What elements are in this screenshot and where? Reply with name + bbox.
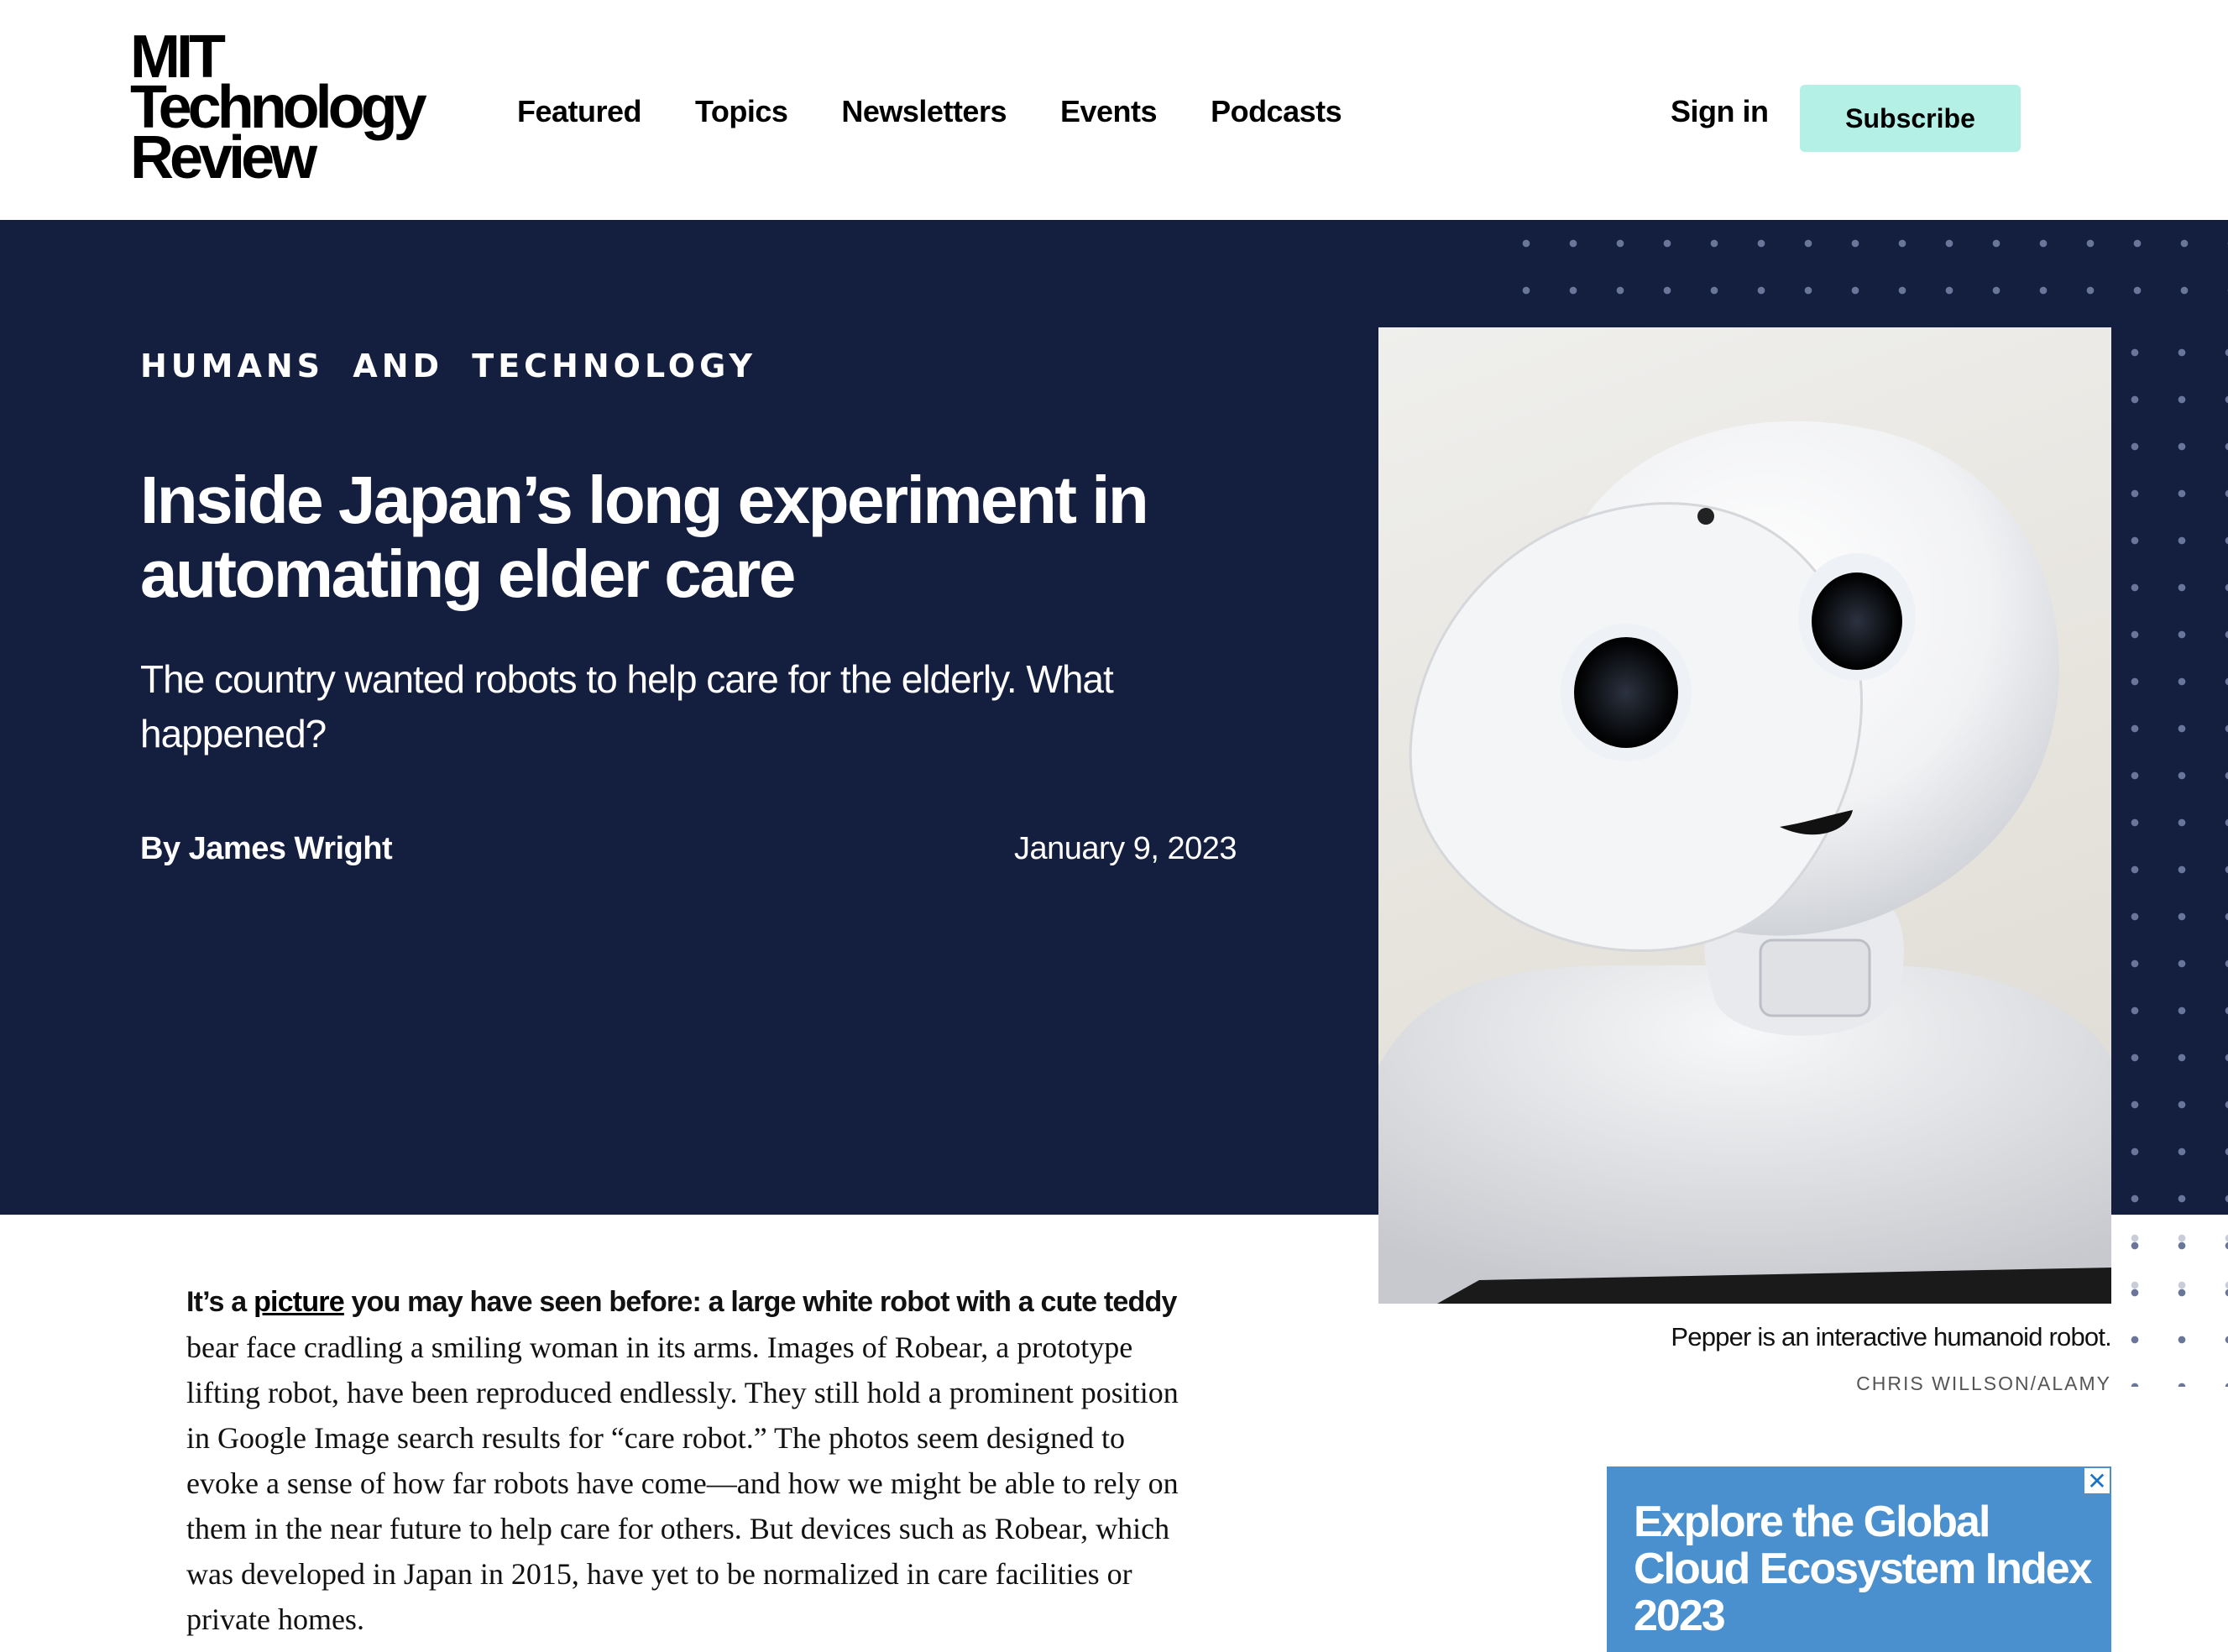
article-body: It’s a picture you may have seen before:… (186, 1278, 1194, 1642)
ad-headline[interactable]: Explore the Global Cloud Ecosystem Index… (1634, 1498, 2104, 1639)
nav-featured[interactable]: Featured (517, 94, 642, 129)
nav-events[interactable]: Events (1060, 94, 1158, 129)
lead-in-end: you may have seen before: a large white … (343, 1286, 1177, 1318)
subscribe-button[interactable]: Subscribe (1800, 85, 2021, 152)
close-icon[interactable]: ✕ (2083, 1466, 2111, 1495)
image-credit: CHRIS WILLSON/ALAMY (1856, 1372, 2111, 1394)
lead-in: It’s a picture you may have seen before:… (186, 1286, 1177, 1318)
byline-prefix: By (140, 831, 189, 866)
byline: By James Wright (140, 831, 393, 867)
topic-label[interactable]: HUMANS AND TECHNOLOGY (140, 348, 756, 384)
page: MIT Technology Review Featured Topics Ne… (0, 0, 2228, 1652)
decorative-dot-pattern (1503, 220, 2228, 329)
nav-podcasts[interactable]: Podcasts (1211, 94, 1342, 129)
hero-image-pepper-robot (1378, 327, 2111, 1304)
article-title: Inside Japan’s long experiment in automa… (140, 463, 1149, 611)
advertisement[interactable]: Explore the Global Cloud Ecosystem Index… (1607, 1466, 2111, 1652)
decorative-dot-pattern-light (2111, 1215, 2228, 1290)
sign-in-link[interactable]: Sign in (1671, 94, 1769, 129)
nav-topics[interactable]: Topics (695, 94, 788, 129)
lead-in-start: It’s a (186, 1286, 254, 1318)
site-header: MIT Technology Review Featured Topics Ne… (0, 0, 2228, 220)
author-link[interactable]: James Wright (189, 831, 393, 866)
robot-illustration (1378, 421, 2111, 1304)
main-nav: Featured Topics Newsletters Events Podca… (517, 94, 1395, 129)
publish-date: January 9, 2023 (1013, 831, 1237, 866)
site-logo[interactable]: MIT Technology Review (130, 27, 432, 188)
image-caption: Pepper is an interactive humanoid robot. (1671, 1322, 2111, 1351)
article-dek: The country wanted robots to help care f… (140, 657, 1114, 755)
picture-link[interactable]: picture (254, 1286, 345, 1318)
nav-newsletters[interactable]: Newsletters (841, 94, 1007, 129)
body-paragraph: bear face cradling a smiling woman in it… (186, 1330, 1179, 1636)
